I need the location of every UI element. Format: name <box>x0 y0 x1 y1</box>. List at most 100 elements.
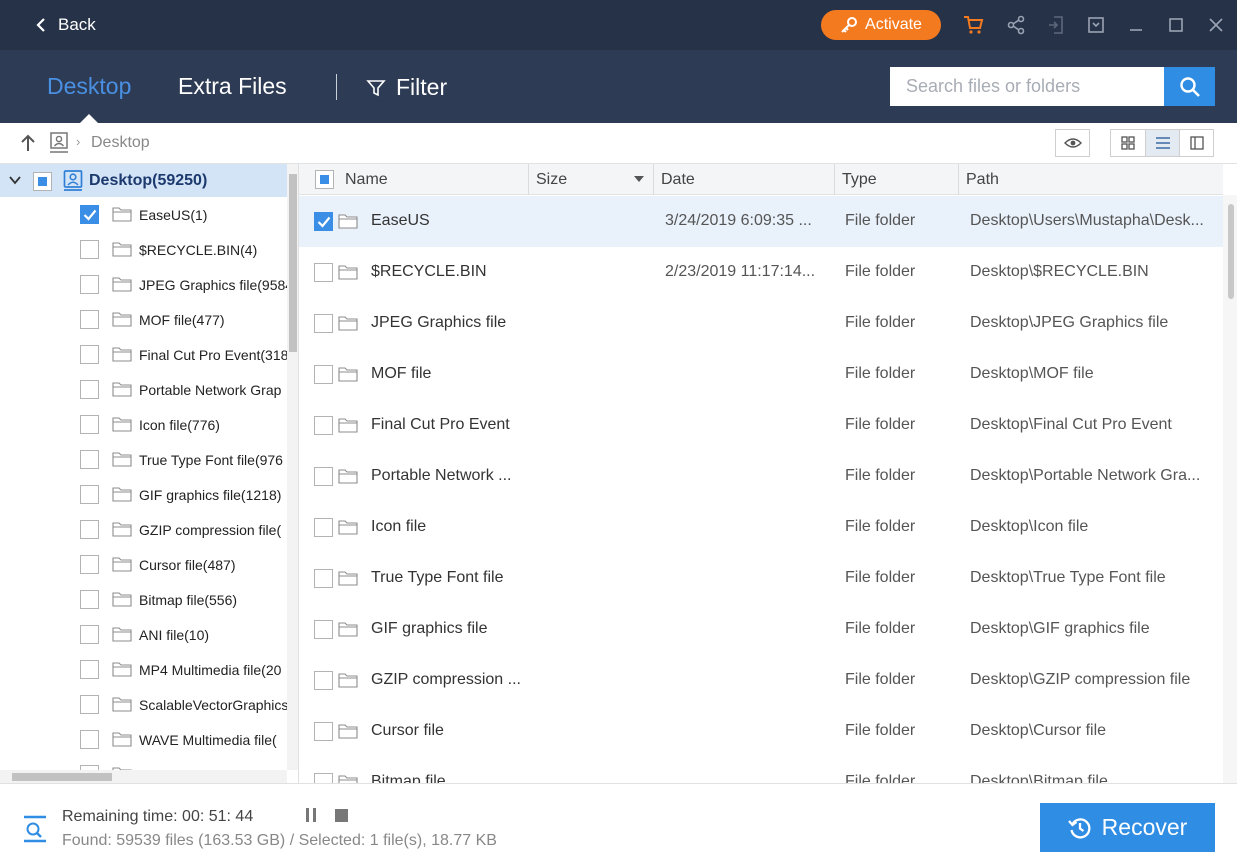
computer-icon[interactable] <box>49 132 69 154</box>
tree-item[interactable]: ANI file(10) <box>0 617 287 652</box>
tree-vertical-scroll-thumb[interactable] <box>289 174 297 352</box>
table-row[interactable]: Icon file File folder Desktop\Icon file <box>299 502 1223 553</box>
table-row[interactable]: Bitmap file File folder Desktop\Bitmap fil… <box>299 757 1223 783</box>
table-row[interactable]: JPEG Graphics file File folder Desktop\JPE… <box>299 298 1223 349</box>
search-input[interactable] <box>890 67 1164 106</box>
tree-item[interactable]: MP4 Multimedia file(20 <box>0 652 287 687</box>
chevron-down-icon[interactable] <box>9 176 21 185</box>
tree-item[interactable]: Final Cut Pro Event(318 <box>0 337 287 372</box>
table-row[interactable]: Portable Network ... File folder Desktop\P… <box>299 451 1223 502</box>
table-row[interactable]: MOF file File folder Desktop\MOF file <box>299 349 1223 400</box>
tree-item-checkbox[interactable] <box>80 205 99 224</box>
column-name[interactable]: Name <box>338 164 529 195</box>
menu-icon[interactable] <box>1084 13 1108 37</box>
tree-item[interactable]: ScalableVectorGraphics <box>0 687 287 722</box>
pause-icon[interactable] <box>305 808 317 822</box>
checkmark-icon <box>83 209 97 221</box>
tree-item-checkbox[interactable] <box>80 310 99 329</box>
tree-item-checkbox[interactable] <box>80 345 99 364</box>
row-checkbox[interactable] <box>314 416 333 435</box>
tree-item-checkbox[interactable] <box>80 590 99 609</box>
column-size[interactable]: Size <box>529 164 654 195</box>
up-arrow-icon[interactable] <box>19 133 37 153</box>
tree-item[interactable]: Cursor file(487) <box>0 547 287 582</box>
filter-button[interactable]: Filter <box>366 74 447 101</box>
tree-item-checkbox[interactable] <box>80 240 99 259</box>
tree-item-checkbox[interactable] <box>80 450 99 469</box>
tree-item-checkbox[interactable] <box>80 625 99 644</box>
tree-root-desktop[interactable]: Desktop(59250) <box>0 164 287 197</box>
detail-view-button[interactable] <box>1179 130 1213 156</box>
row-checkbox[interactable] <box>314 569 333 588</box>
row-checkbox[interactable] <box>314 467 333 486</box>
tab-desktop[interactable]: Desktop <box>47 73 131 100</box>
tree-item[interactable]: True Type Font file(976 <box>0 442 287 477</box>
tree-item[interactable]: WAVE Multimedia file( <box>0 722 287 757</box>
recover-button[interactable]: Recover <box>1040 803 1215 852</box>
breadcrumb-current[interactable]: Desktop <box>91 134 150 152</box>
table-row[interactable]: Final Cut Pro Event File folder Desktop\Fi… <box>299 400 1223 451</box>
row-checkbox[interactable] <box>314 365 333 384</box>
preview-button[interactable] <box>1055 129 1090 157</box>
tree-item[interactable]: Icon file(776) <box>0 407 287 442</box>
cart-icon[interactable] <box>962 13 986 37</box>
stop-icon[interactable] <box>335 809 348 822</box>
row-checkbox[interactable] <box>314 773 333 783</box>
row-checkbox[interactable] <box>314 671 333 690</box>
column-path[interactable]: Path <box>959 164 1223 195</box>
tree-item-checkbox[interactable] <box>80 695 99 714</box>
tree-item[interactable]: EaseUS(1) <box>0 197 287 232</box>
row-name: Portable Network ... <box>371 467 512 484</box>
table-vertical-scroll-thumb[interactable] <box>1228 204 1234 299</box>
row-checkbox[interactable] <box>314 620 333 639</box>
tree-item-checkbox[interactable] <box>80 730 99 749</box>
column-type[interactable]: Type <box>835 164 959 195</box>
share-icon[interactable] <box>1004 13 1028 37</box>
folder-icon <box>112 382 132 397</box>
search-button[interactable] <box>1164 67 1215 106</box>
tree-item-checkbox[interactable] <box>80 555 99 574</box>
tree-item[interactable]: Bitmap file(556) <box>0 582 287 617</box>
minimize-icon[interactable] <box>1124 13 1148 37</box>
row-path: Desktop\Portable Network Gra... <box>970 467 1201 484</box>
row-checkbox[interactable] <box>314 722 333 741</box>
list-view-button[interactable] <box>1145 130 1179 156</box>
tree-horizontal-scroll-thumb[interactable] <box>12 773 112 781</box>
tree-item[interactable]: GZIP compression file( <box>0 512 287 547</box>
maximize-icon[interactable] <box>1164 13 1188 37</box>
tree-item[interactable]: JPEG Graphics file(9584 <box>0 267 287 302</box>
table-row[interactable]: EaseUS 3/24/2019 6:09:35 ... File folder De… <box>299 196 1223 247</box>
column-date[interactable]: Date <box>654 164 835 195</box>
folder-tree: Desktop(59250) EaseUS(1) $RECYCLE.BIN(4) J… <box>0 164 299 783</box>
table-row[interactable]: True Type Font file File folder Desktop\Tr… <box>299 553 1223 604</box>
row-checkbox[interactable] <box>314 518 333 537</box>
tree-item[interactable]: Portable Network Grap <box>0 372 287 407</box>
table-header: Name Size Date Type Path <box>299 164 1223 195</box>
tree-item-checkbox[interactable] <box>80 275 99 294</box>
tree-item-checkbox[interactable] <box>80 485 99 504</box>
back-button[interactable]: Back <box>36 12 96 38</box>
thumbnail-view-button[interactable] <box>1111 130 1145 156</box>
tree-root-checkbox[interactable] <box>33 172 52 191</box>
close-icon[interactable] <box>1204 13 1228 37</box>
tree-item-checkbox[interactable] <box>80 415 99 434</box>
tree-item-checkbox[interactable] <box>80 520 99 539</box>
tree-item-label: GZIP compression file( <box>139 522 282 538</box>
select-all-checkbox[interactable] <box>315 170 334 189</box>
sign-in-icon[interactable] <box>1044 13 1068 37</box>
tree-item[interactable]: GIF graphics file(1218) <box>0 477 287 512</box>
folder-icon <box>338 520 358 535</box>
activate-button[interactable]: Activate <box>821 10 941 40</box>
tree-item[interactable]: $RECYCLE.BIN(4) <box>0 232 287 267</box>
table-row[interactable]: GIF graphics file File folder Desktop\GIF … <box>299 604 1223 655</box>
tree-item[interactable]: MOF file(477) <box>0 302 287 337</box>
row-checkbox[interactable] <box>314 263 333 282</box>
tree-item-checkbox[interactable] <box>80 380 99 399</box>
row-checkbox[interactable] <box>314 314 333 333</box>
tab-extra-files[interactable]: Extra Files <box>178 73 287 100</box>
tree-item-checkbox[interactable] <box>80 660 99 679</box>
table-row[interactable]: GZIP compression ... File folder Desktop\G… <box>299 655 1223 706</box>
table-row[interactable]: Cursor file File folder Desktop\Cursor fil… <box>299 706 1223 757</box>
row-checkbox[interactable] <box>314 212 333 231</box>
table-row[interactable]: $RECYCLE.BIN 2/23/2019 11:17:14... File fo… <box>299 247 1223 298</box>
